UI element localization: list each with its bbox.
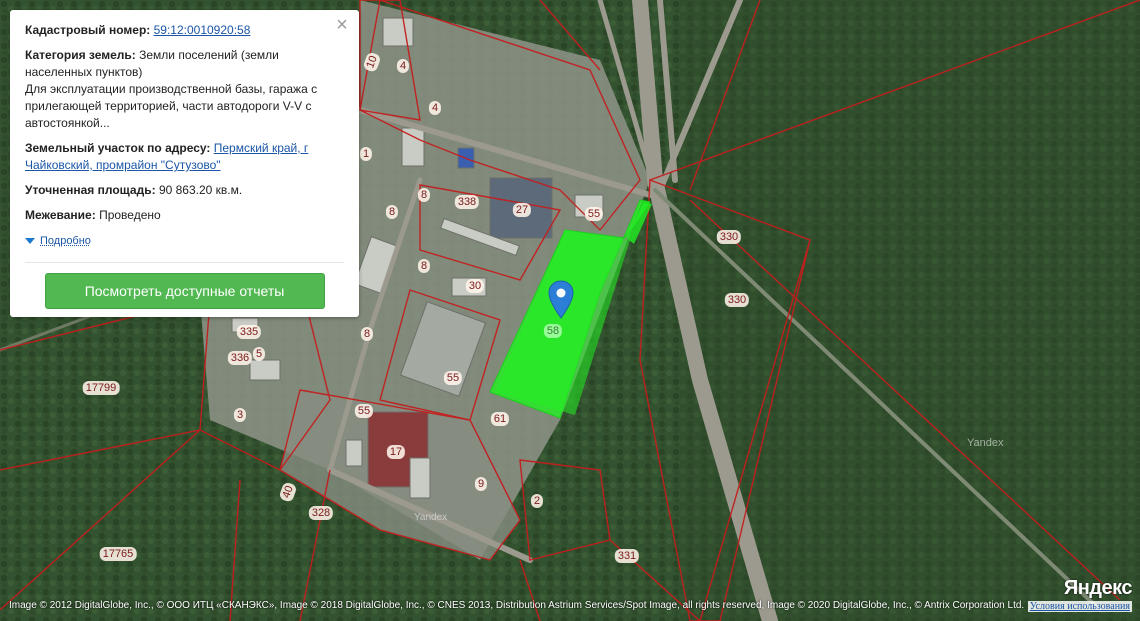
parcel-label[interactable]: 330 bbox=[724, 293, 750, 307]
usage-text: Для эксплуатации производственной базы, … bbox=[25, 82, 318, 130]
view-reports-button[interactable]: Посмотреть доступные отчеты bbox=[44, 272, 325, 309]
parcel-label[interactable]: 61 bbox=[490, 412, 510, 426]
close-icon[interactable]: × bbox=[333, 15, 351, 35]
terms-of-use-link[interactable]: Условия использования bbox=[1027, 601, 1132, 612]
survey-label: Межевание: bbox=[25, 208, 96, 222]
cadastral-number-link[interactable]: 59:12:0010920:58 bbox=[154, 23, 251, 37]
parcel-label[interactable]: 3 bbox=[233, 408, 247, 422]
location-pin-icon[interactable] bbox=[548, 280, 574, 320]
area-row: Уточненная площадь: 90 863.20 кв.м. bbox=[25, 182, 344, 199]
parcel-label[interactable]: 1 bbox=[359, 147, 373, 161]
parcel-label[interactable]: 55 bbox=[443, 371, 463, 385]
parcel-label[interactable]: 27 bbox=[512, 203, 532, 217]
triangle-down-icon bbox=[25, 238, 35, 244]
parcel-label[interactable]: 17799 bbox=[82, 381, 120, 395]
parcel-label[interactable]: 330 bbox=[716, 230, 742, 244]
parcel-label[interactable]: 336 bbox=[227, 351, 253, 365]
map-watermark-small: Yandex bbox=[414, 512, 448, 523]
parcel-label[interactable]: 328 bbox=[308, 506, 334, 520]
parcel-label[interactable]: 335 bbox=[236, 325, 262, 339]
yandex-logo[interactable]: Яндекс bbox=[1064, 577, 1133, 600]
address-label: Земельный участок по адресу: bbox=[25, 141, 211, 155]
parcel-label[interactable]: 5 bbox=[252, 347, 266, 361]
survey-value: Проведено bbox=[99, 208, 161, 222]
selected-parcel-label[interactable]: 58 bbox=[543, 324, 563, 338]
map-attribution: Image © 2012 DigitalGlobe, Inc., © ООО И… bbox=[9, 600, 1025, 611]
parcel-label[interactable]: 9 bbox=[474, 477, 488, 491]
parcel-label[interactable]: 17 bbox=[386, 445, 406, 459]
area-label: Уточненная площадь: bbox=[25, 183, 156, 197]
parcel-label[interactable]: 4 bbox=[396, 59, 410, 73]
address-row: Земельный участок по адресу: Пермский кр… bbox=[25, 140, 344, 174]
details-toggle[interactable]: Подробно bbox=[25, 233, 91, 250]
parcel-info-card: × Кадастровый номер: 59:12:0010920:58 Ка… bbox=[10, 10, 359, 317]
parcel-label[interactable]: 2 bbox=[530, 494, 544, 508]
parcel-label[interactable]: 17765 bbox=[99, 547, 137, 561]
details-toggle-label: Подробно bbox=[40, 234, 91, 247]
parcel-label[interactable]: 331 bbox=[614, 549, 640, 563]
area-value: 90 863.20 кв.м. bbox=[158, 183, 243, 197]
cadastral-label: Кадастровый номер: bbox=[25, 23, 151, 37]
parcel-label[interactable]: 338 bbox=[454, 195, 480, 209]
category-label: Категория земель: bbox=[25, 48, 136, 62]
cadastral-row: Кадастровый номер: 59:12:0010920:58 bbox=[25, 22, 344, 39]
parcel-label[interactable]: 55 bbox=[584, 207, 604, 221]
parcel-label[interactable]: 4 bbox=[428, 101, 442, 115]
category-row: Категория земель: Земли поселений (земли… bbox=[25, 47, 344, 132]
divider bbox=[25, 261, 344, 263]
map-watermark: Yandex bbox=[967, 437, 1004, 449]
parcel-label[interactable]: 8 bbox=[417, 188, 431, 202]
parcel-label[interactable]: 8 bbox=[360, 327, 374, 341]
parcel-label[interactable]: 8 bbox=[385, 205, 399, 219]
parcel-label[interactable]: 55 bbox=[354, 404, 374, 418]
survey-row: Межевание: Проведено bbox=[25, 207, 344, 224]
parcel-label[interactable]: 30 bbox=[465, 279, 485, 293]
parcel-label[interactable]: 8 bbox=[417, 259, 431, 273]
